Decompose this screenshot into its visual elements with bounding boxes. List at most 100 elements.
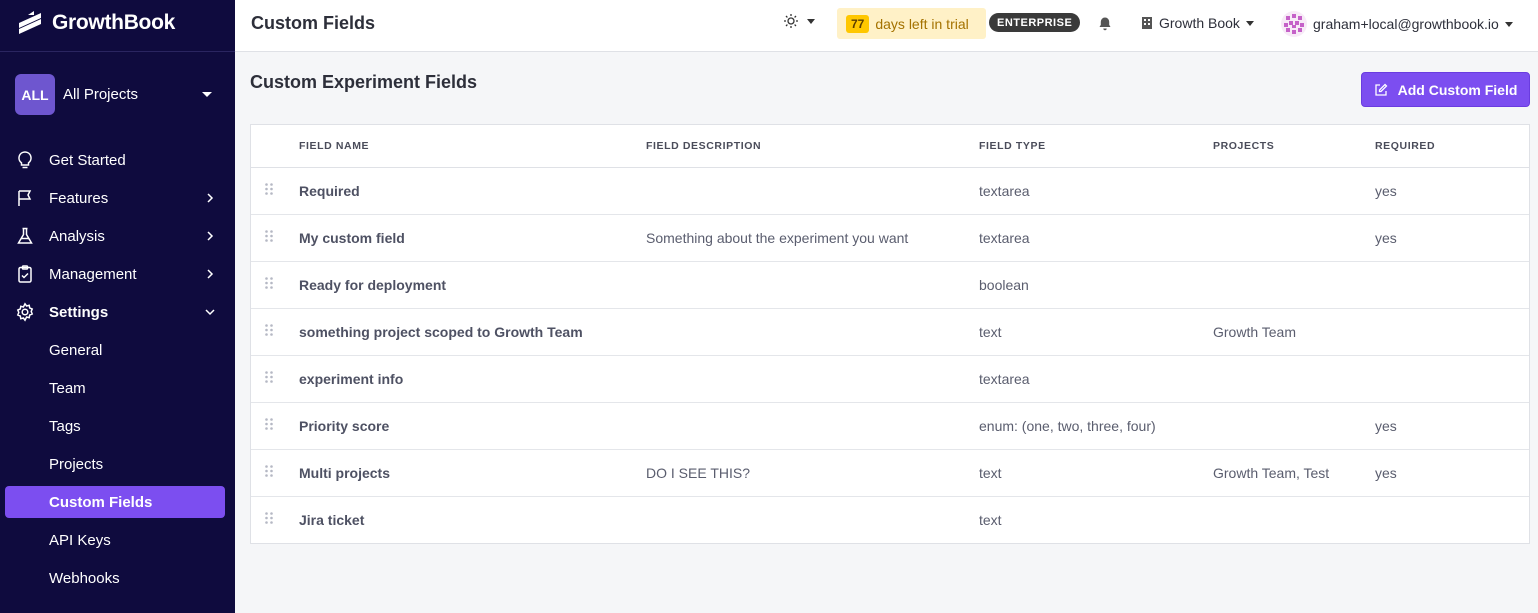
org-selector[interactable]: Growth Book [1141,15,1254,31]
chevron-right-icon [207,193,214,203]
trial-days-badge: 77 [846,14,870,33]
drag-handle-icon[interactable] [264,182,274,196]
field-type-cell: textarea [979,167,1213,215]
sidebar-item-team[interactable]: Team [0,369,235,407]
column-header-field-name[interactable]: FIELD NAME [299,125,646,168]
column-header-required[interactable]: REQUIRED [1375,125,1529,168]
drag-handle-cell[interactable] [251,449,299,497]
field-description-cell: Something about the experiment you want [646,214,979,262]
sidebar-item-settings[interactable]: Settings [0,293,235,331]
drag-handle-icon[interactable] [264,511,274,525]
sidebar-item-api-keys[interactable]: API Keys [0,521,235,559]
column-header-field-description[interactable]: FIELD DESCRIPTION [646,125,979,168]
growthbook-logo[interactable]: GrowthBook [16,6,175,40]
required-cell [1375,261,1529,309]
sidebar: GrowthBook ALL All Projects Get Started … [0,0,235,613]
sidebar-item-analysis[interactable]: Analysis [0,217,235,255]
drag-handle-cell[interactable] [251,496,299,543]
projects-cell [1213,402,1375,450]
drag-handle-cell[interactable] [251,167,299,215]
chevron-down-icon [202,92,212,97]
sidebar-item-webhooks[interactable]: Webhooks [0,559,235,597]
chevron-down-icon [205,309,215,316]
user-email: graham+local@growthbook.io [1313,16,1499,32]
table-row[interactable]: Jira ticket text [251,496,1529,543]
bell-icon[interactable] [1097,16,1113,32]
sidebar-item-tags[interactable]: Tags [0,407,235,445]
field-name-cell: Ready for deployment [299,261,646,309]
field-description-cell [646,261,979,309]
chevron-down-icon [1245,20,1254,26]
drag-handle-cell[interactable] [251,261,299,309]
sidebar-item-get-started[interactable]: Get Started [0,141,235,179]
field-description-cell [646,402,979,450]
plan-badge: ENTERPRISE [989,13,1081,32]
table-row[interactable]: Ready for deployment boolean [251,261,1529,309]
user-menu[interactable]: graham+local@growthbook.io [1281,11,1513,37]
project-selector[interactable]: ALL All Projects [15,74,220,115]
project-badge: ALL [15,74,55,115]
required-cell [1375,308,1529,356]
sidebar-item-projects[interactable]: Projects [0,445,235,483]
field-name-cell: experiment info [299,355,646,403]
sun-icon [784,14,798,28]
table-row[interactable]: Multi projects DO I SEE THIS? text Growth T… [251,449,1529,497]
section-title: Custom Experiment Fields [250,72,478,92]
table-row[interactable]: experiment info textarea [251,355,1529,403]
drag-handle-cell[interactable] [251,308,299,356]
field-name-cell: something project scoped to Growth Team [299,308,646,356]
sidebar-item-custom-fields[interactable]: Custom Fields [5,486,225,518]
table-header-row: FIELD NAME FIELD DESCRIPTION FIELD TYPE … [251,125,1529,168]
avatar [1281,11,1307,37]
drag-handle-icon[interactable] [264,276,274,290]
sidebar-nav: Get Started Features Analysis Management [0,141,235,597]
topbar: Custom Fields 77 days left in trial ENTE… [235,0,1538,52]
field-type-cell: enum: (one, two, three, four) [979,402,1213,450]
building-icon [1142,17,1152,29]
projects-cell: Growth Team [1213,308,1375,356]
clipboard-icon [15,264,35,284]
field-description-cell [646,308,979,356]
projects-cell [1213,496,1375,543]
sidebar-item-label: Get Started [49,151,126,169]
flask-icon [15,226,35,246]
field-name-cell: Required [299,167,646,215]
projects-cell [1213,261,1375,309]
column-header-projects[interactable]: PROJECTS [1213,125,1375,168]
page-title: Custom Fields [251,13,376,33]
drag-handle-icon[interactable] [264,323,274,337]
theme-toggle[interactable] [783,13,815,29]
add-custom-field-label: Add Custom Field [1397,81,1518,98]
drag-handle-icon[interactable] [264,370,274,384]
drag-handle-icon[interactable] [264,417,274,431]
edit-icon [1374,83,1388,96]
divider [0,51,235,52]
drag-handle-cell[interactable] [251,402,299,450]
table-row[interactable]: something project scoped to Growth Team t… [251,308,1529,356]
sidebar-item-general[interactable]: General [0,331,235,369]
chevron-right-icon [207,269,214,279]
required-cell: yes [1375,402,1529,450]
projects-cell: Growth Team, Test [1213,449,1375,497]
field-description-cell [646,496,979,543]
flag-icon [15,188,35,208]
add-custom-field-button[interactable]: Add Custom Field [1361,72,1530,107]
table-row[interactable]: Priority score enum: (one, two, three, fo… [251,402,1529,450]
field-description-cell: DO I SEE THIS? [646,449,979,497]
drag-column-header [251,125,299,168]
drag-handle-icon[interactable] [264,464,274,478]
table-row[interactable]: My custom field Something about the exper… [251,214,1529,262]
drag-handle-cell[interactable] [251,355,299,403]
required-cell [1375,355,1529,403]
sidebar-item-management[interactable]: Management [0,255,235,293]
required-cell: yes [1375,449,1529,497]
column-header-field-type[interactable]: FIELD TYPE [979,125,1213,168]
table-row[interactable]: Required textarea yes [251,167,1529,215]
trial-banner[interactable]: 77 days left in trial [837,8,986,39]
field-type-cell: textarea [979,355,1213,403]
drag-handle-cell[interactable] [251,214,299,262]
drag-handle-icon[interactable] [264,229,274,243]
sidebar-item-features[interactable]: Features [0,179,235,217]
field-type-cell: text [979,308,1213,356]
field-name-cell: My custom field [299,214,646,262]
